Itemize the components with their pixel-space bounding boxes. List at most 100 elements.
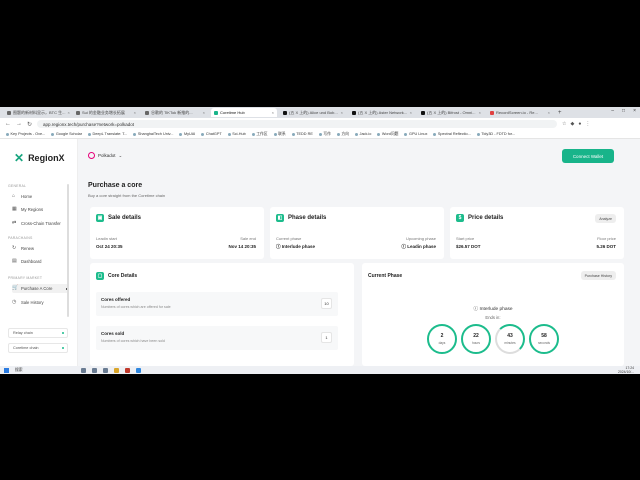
row-description: Numbers of cores which are offered for s… bbox=[101, 305, 171, 309]
bookmark-item[interactable]: GPU Linux bbox=[404, 132, 427, 136]
bookmark-label: TEDD RE bbox=[296, 132, 313, 136]
start-price: Start price $26.57 DOT bbox=[456, 236, 481, 249]
toolbar-icons: ☆ ◆ ● ⋮ bbox=[562, 121, 590, 127]
bookmark-item[interactable]: 联系 bbox=[273, 131, 286, 137]
tab-label: 谷歌的 TiKTok 新推的... bbox=[151, 109, 193, 115]
taskbar-app-icon[interactable] bbox=[92, 367, 97, 373]
bookmark-item[interactable]: Sci-Hub bbox=[227, 132, 246, 136]
sale-details-card: ▣ Sale details Leadin start Oct 24 20:35 S… bbox=[90, 207, 264, 259]
favicon-icon bbox=[283, 110, 287, 115]
close-window-icon[interactable]: × bbox=[633, 108, 636, 114]
sidebar-item-label: My Regions bbox=[21, 207, 44, 212]
analyze-button[interactable]: Analyze bbox=[595, 214, 616, 223]
countdown-days: 2 days bbox=[427, 324, 457, 354]
close-icon[interactable]: × bbox=[548, 110, 550, 115]
browser-tab[interactable]: 谷歌的 TiKTok 新推的... × bbox=[142, 108, 208, 117]
maximize-icon[interactable]: □ bbox=[622, 108, 625, 114]
bookmark-item[interactable]: MyUAI bbox=[179, 132, 195, 136]
sidebar-item-dashboard[interactable]: ▤ Dashboard bbox=[12, 257, 68, 266]
tab-label: RecordScreen.io - Re... bbox=[496, 110, 538, 115]
topbar: Polkadot ⌄ Connect Wallet bbox=[78, 139, 640, 169]
extension-icon[interactable]: ◆ bbox=[571, 121, 575, 127]
bookmark-item[interactable]: ChatGPT bbox=[201, 132, 222, 136]
profile-icon[interactable]: ● bbox=[578, 121, 581, 127]
taskbar-app-icon[interactable] bbox=[81, 367, 86, 373]
bookmark-item[interactable]: TEDD RE bbox=[291, 132, 313, 136]
home-icon: ⌂ bbox=[12, 193, 16, 199]
bookmark-item[interactable]: DeepL Translate: T... bbox=[88, 132, 127, 136]
sidebar-item-label: Cross-Chain Transfer bbox=[21, 221, 61, 226]
connect-wallet-button[interactable]: Connect Wallet bbox=[562, 149, 614, 163]
taskbar-app-icon[interactable] bbox=[125, 367, 130, 373]
bookmark-item[interactable]: Key Projects - Ove... bbox=[6, 132, 45, 136]
card-title: Current Phase bbox=[368, 273, 403, 279]
bookmark-icon bbox=[273, 132, 277, 136]
reload-icon[interactable]: ↻ bbox=[27, 121, 32, 128]
taskbar-search[interactable]: 搜索 bbox=[15, 368, 75, 373]
relay-chain-status[interactable]: Relay chain bbox=[8, 328, 68, 338]
taskbar-clock[interactable]: 17:24 2024/10/... bbox=[618, 366, 634, 374]
row-description: Numbers of cores which have been sold bbox=[101, 339, 165, 343]
history-icon: ◷ bbox=[12, 299, 17, 305]
bookmark-label: 写作 bbox=[323, 131, 331, 136]
grid-icon: ▦ bbox=[12, 206, 17, 212]
close-icon[interactable]: × bbox=[410, 110, 412, 115]
browser-tab[interactable]: (五 X 上的) Alice und Bob... × bbox=[280, 108, 346, 117]
browser-tab[interactable]: 图题的新材料显示，BTC 生... × bbox=[4, 108, 70, 117]
new-tab-icon[interactable]: + bbox=[558, 110, 562, 116]
bookmark-item[interactable]: 工作区 bbox=[251, 132, 268, 137]
browser-tab[interactable]: RecordScreen.io - Re... × bbox=[487, 108, 553, 117]
purchase-history-button[interactable]: Purchase History bbox=[580, 271, 616, 280]
bookmark-item[interactable]: Tidy3D - FDTD for... bbox=[476, 132, 515, 136]
forward-icon[interactable]: → bbox=[16, 121, 22, 127]
browser-tab[interactable]: (五 X 上的) Aster Network... × bbox=[349, 108, 415, 117]
browser-tab[interactable]: Sui 的金融业务增长拓展 × bbox=[73, 108, 139, 117]
close-icon[interactable]: × bbox=[67, 110, 69, 115]
taskbar-app-icon[interactable] bbox=[114, 367, 119, 373]
sidebar-item-my-regions[interactable]: ▦ My Regions bbox=[12, 205, 68, 214]
sidebar-item-sale-history[interactable]: ◷ Sale History bbox=[12, 298, 68, 307]
url-input[interactable]: app.regionx.tech/purchase?network=polkad… bbox=[37, 120, 558, 128]
bookmark-item[interactable]: Jack.io bbox=[355, 132, 371, 136]
sidebar-item-renew[interactable]: ↻ Renew bbox=[12, 244, 68, 253]
value: Nov 14 20:35 bbox=[228, 244, 256, 249]
bookmark-item[interactable]: ShanghaiTech Univ... bbox=[133, 132, 173, 136]
bookmark-icon bbox=[6, 132, 9, 136]
sidebar-item-cross-chain-transfer[interactable]: ⇄ Cross-Chain Transfer bbox=[12, 219, 68, 228]
sidebar-scrollbar[interactable] bbox=[67, 184, 69, 317]
bookmark-label: 联系 bbox=[278, 131, 286, 136]
close-icon[interactable]: × bbox=[134, 110, 136, 115]
sidebar-item-home[interactable]: ⌂ Home bbox=[12, 192, 68, 201]
logo[interactable]: ✕ RegionX bbox=[14, 151, 65, 165]
browser-tab[interactable]: (五 X 上的) Bifrost - Omni... × bbox=[418, 108, 484, 117]
relay-selector[interactable]: Polkadot ⌄ bbox=[88, 152, 122, 159]
back-icon[interactable]: ← bbox=[5, 121, 11, 127]
browser-tab-active[interactable]: Coretime Hub × bbox=[211, 108, 277, 117]
sidebar-item-purchase-a-core[interactable]: 🛒 Purchase A Core bbox=[12, 284, 68, 293]
bookmark-item[interactable]: 方向 bbox=[336, 132, 349, 137]
section-primary-market: PRIMARY MARKET bbox=[8, 276, 43, 280]
star-icon[interactable]: ☆ bbox=[562, 121, 566, 127]
coretime-chain-status[interactable]: Coretime chain bbox=[8, 343, 68, 353]
floor-price: Floor price 5.26 DOT bbox=[596, 236, 616, 249]
minimize-icon[interactable]: – bbox=[611, 108, 614, 114]
menu-icon[interactable]: ⋮ bbox=[585, 121, 590, 127]
bookmark-icon bbox=[133, 132, 137, 136]
close-icon[interactable]: × bbox=[203, 110, 205, 115]
taskbar-app-icon[interactable] bbox=[136, 367, 141, 373]
tab-label: 图题的新材料显示，BTC 生... bbox=[13, 109, 66, 115]
countdown-unit: hours bbox=[472, 341, 480, 345]
bookmark-icon bbox=[377, 132, 381, 136]
bookmark-item[interactable]: Word问题 bbox=[377, 132, 398, 137]
bookmark-item[interactable]: 写作 bbox=[318, 131, 331, 137]
windows-start-icon[interactable] bbox=[4, 367, 9, 373]
bookmark-item[interactable]: Google Scholar bbox=[51, 132, 82, 136]
section-general: GENERAL bbox=[8, 184, 27, 188]
phase-details-card: ◧ Phase details Current phase ⓘ Interlude … bbox=[270, 207, 444, 259]
taskbar-app-icon[interactable] bbox=[103, 367, 108, 373]
close-icon[interactable]: × bbox=[341, 110, 343, 115]
close-icon[interactable]: × bbox=[272, 110, 274, 115]
bookmark-item[interactable]: Spectral Reflectio... bbox=[433, 132, 471, 136]
close-icon[interactable]: × bbox=[479, 110, 481, 115]
cores-sold-value: 1 bbox=[321, 332, 332, 343]
